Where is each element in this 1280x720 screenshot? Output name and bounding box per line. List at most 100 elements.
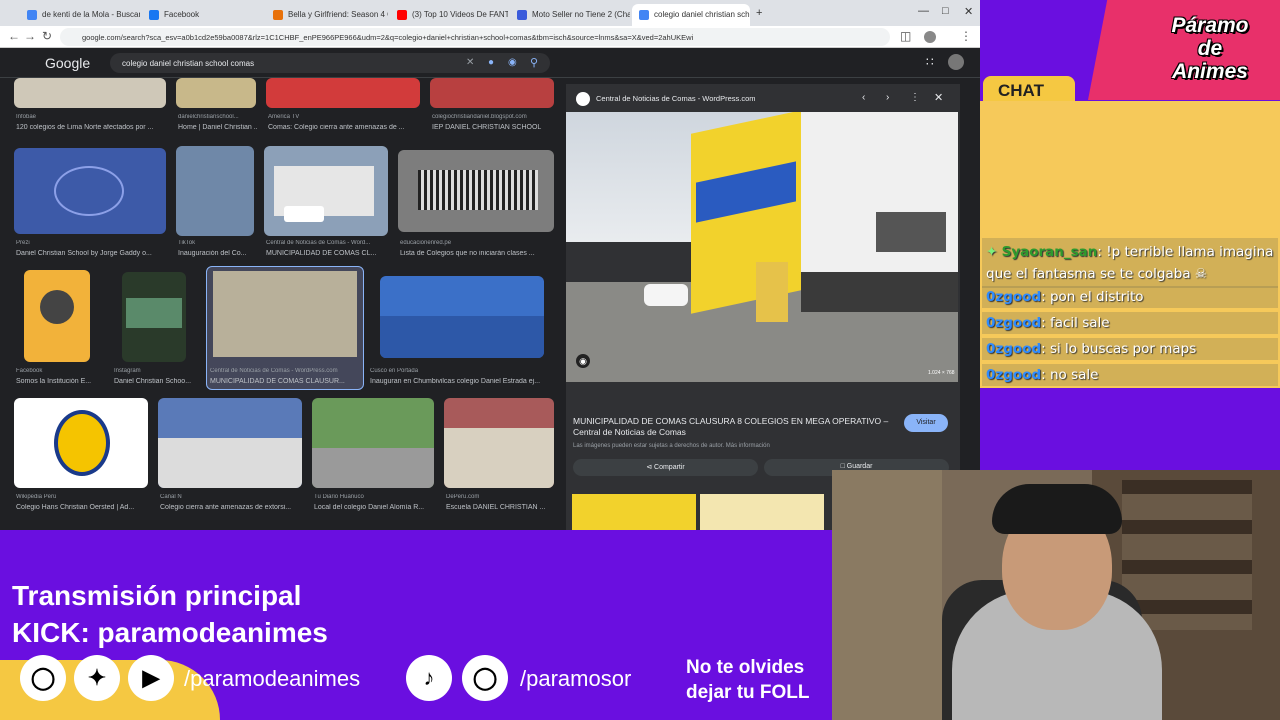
result-image[interactable] [176,78,256,108]
banner-line-2: KICK: paramodeanimes [12,617,328,648]
result-image[interactable] [14,398,148,488]
tiktok-icon: ♪ [406,655,452,701]
next-icon[interactable]: › [886,92,889,103]
result-title[interactable]: Lista de Colegios que no iniciarán clase… [400,250,554,257]
youtube-icon: ▶ [128,655,174,701]
reload-icon[interactable]: ↻ [42,29,52,43]
back-icon[interactable]: ← [8,29,20,43]
visit-button[interactable]: Visitar [904,414,948,432]
result-title[interactable]: MUNICIPALIDAD DE COMAS CL... [266,250,390,257]
avatar[interactable] [924,31,936,43]
follow-line: No te olvides [686,657,805,678]
forward-icon[interactable]: → [24,29,36,43]
browser-tab[interactable]: de kenti de la Mola - Buscar c [20,4,140,26]
related-image[interactable] [572,494,696,530]
result-image[interactable] [264,146,388,236]
browser-tab-active[interactable]: colegio daniel christian school [632,4,750,26]
result-image[interactable] [14,148,166,234]
result-title[interactable]: 120 colegios de Lima Norte afectados por… [16,124,166,131]
result-title[interactable]: Home | Daniel Christian ... [178,124,258,131]
search-icon[interactable]: ⚲ [530,56,538,69]
browser-tab[interactable]: Facebook [142,4,264,26]
result-image[interactable] [312,398,434,488]
facebook-icon [149,10,159,20]
lens-search-icon[interactable]: ◉ [576,354,590,368]
result-image[interactable] [398,150,554,232]
extensions-icon[interactable]: ◫ [900,29,911,43]
preview-image[interactable]: ◉ 1.024 × 768 [566,112,958,382]
result-source: Wikipedia Perú [16,494,57,500]
result-title[interactable]: Comas: Colegio cierra ante amenazas de .… [268,124,418,131]
result-image[interactable] [176,146,254,236]
follow-reminder: No te olvides dejar tu FOLL [686,655,810,705]
previous-icon[interactable]: ‹ [862,92,865,103]
sparkle-icon: ✦ [986,244,998,260]
result-title[interactable]: Daniel Christian Schoo... [114,378,196,385]
chat-text: : facil sale [1041,315,1110,331]
browser-tab[interactable]: Moto Seller no Tiene 2 (Chan... [510,4,630,26]
chat-text: : no sale [1041,367,1099,383]
new-tab-button[interactable]: + [756,7,762,19]
chat-message: 0zgood: si lo buscas por maps [982,338,1278,360]
browser-window: de kenti de la Mola - Buscar c Facebook … [0,0,980,530]
tab-strip: de kenti de la Mola - Buscar c Facebook … [0,0,980,26]
tab-favicon-icon [273,10,283,20]
result-image[interactable] [24,270,90,362]
more-options-icon[interactable]: ⋮ [910,92,920,103]
chat-message: 0zgood: pon el distrito [982,286,1278,308]
result-image[interactable] [430,78,554,108]
result-image[interactable] [266,78,420,108]
result-source: educacionenred.pe [400,240,452,246]
lens-icon[interactable]: ◉ [508,57,517,68]
preview-source[interactable]: Central de Noticias de Comas - WordPress… [596,94,756,103]
instagram-icon: ◯ [462,655,508,701]
browser-tab[interactable]: Bella y Girlfriend: Season 4 Co [266,4,388,26]
stream-logo: Páramo de Animes [1140,14,1280,83]
result-source: DePeru.com [446,494,480,500]
instagram-icon: ◯ [20,655,66,701]
search-query-text: colegio daniel christian school comas [122,59,255,68]
tab-label: colegio daniel christian school [654,10,750,19]
apps-grid-icon[interactable]: ∷ [926,55,934,69]
youtube-icon [397,10,407,20]
site-favicon-icon [576,92,590,106]
result-title[interactable]: IEP DANIEL CHRISTIAN SCHOOL [432,124,554,131]
microphone-icon[interactable]: ● [488,57,494,68]
address-bar[interactable]: google.com/search?sca_esv=a0b1cd2e59ba00… [60,28,890,46]
search-input[interactable]: colegio daniel christian school comas ✕ … [110,53,550,73]
tab-label: Bella y Girlfriend: Season 4 Co [288,10,388,19]
result-source: Tu Diario Huánuco [314,494,364,500]
result-title[interactable]: Colegio Hans Christian Oersted | Ad... [16,504,156,511]
result-title[interactable]: Escuela DANIEL CHRISTIAN ... [446,504,554,511]
maximize-icon[interactable]: □ [942,5,949,17]
share-button[interactable]: ⊲ Compartir [573,459,758,476]
close-window-icon[interactable]: ✕ [964,5,973,18]
result-title[interactable]: Local del colegio Daniel Alomía R... [314,504,434,511]
related-image[interactable] [700,494,824,530]
clear-icon[interactable]: ✕ [466,57,474,68]
browser-tab[interactable]: (3) Top 10 Videos De FANTASM [390,4,508,26]
preview-title[interactable]: MUNICIPALIDAD DE COMAS CLAUSURA 8 COLEGI… [573,416,893,438]
result-image[interactable] [380,276,544,358]
result-title[interactable]: Inauguración del Co... [178,250,258,257]
account-avatar[interactable] [948,54,964,70]
result-image[interactable] [158,398,302,488]
logo-line: Páramo [1171,14,1249,37]
result-title[interactable]: Somos la Institución E... [16,378,112,385]
result-image[interactable] [122,272,186,362]
result-title[interactable]: MUNICIPALIDAD DE COMAS CLAUSUR... [210,378,360,385]
image-preview-panel: Central de Noticias de Comas - WordPress… [566,84,960,530]
result-image[interactable] [14,78,166,108]
google-logo[interactable]: Google [45,55,90,71]
share-label: Compartir [654,464,685,471]
logo-line: de [1197,37,1223,60]
minimize-icon[interactable]: — [918,5,929,17]
result-title[interactable]: Inauguran en Chumbivilcas colegio Daniel… [370,378,554,385]
result-title[interactable]: Daniel Christian School by Jorge Gaddy o… [16,250,166,257]
result-image[interactable] [444,398,554,488]
close-icon[interactable]: ✕ [934,91,943,104]
menu-icon[interactable]: ⋮ [960,29,972,43]
chat-username: Syaoran_san [1001,244,1098,260]
result-title[interactable]: Colegio cierra ante amenazas de extorsi.… [160,504,304,511]
result-source: Central de Noticias de Comas - Word... [266,240,371,246]
